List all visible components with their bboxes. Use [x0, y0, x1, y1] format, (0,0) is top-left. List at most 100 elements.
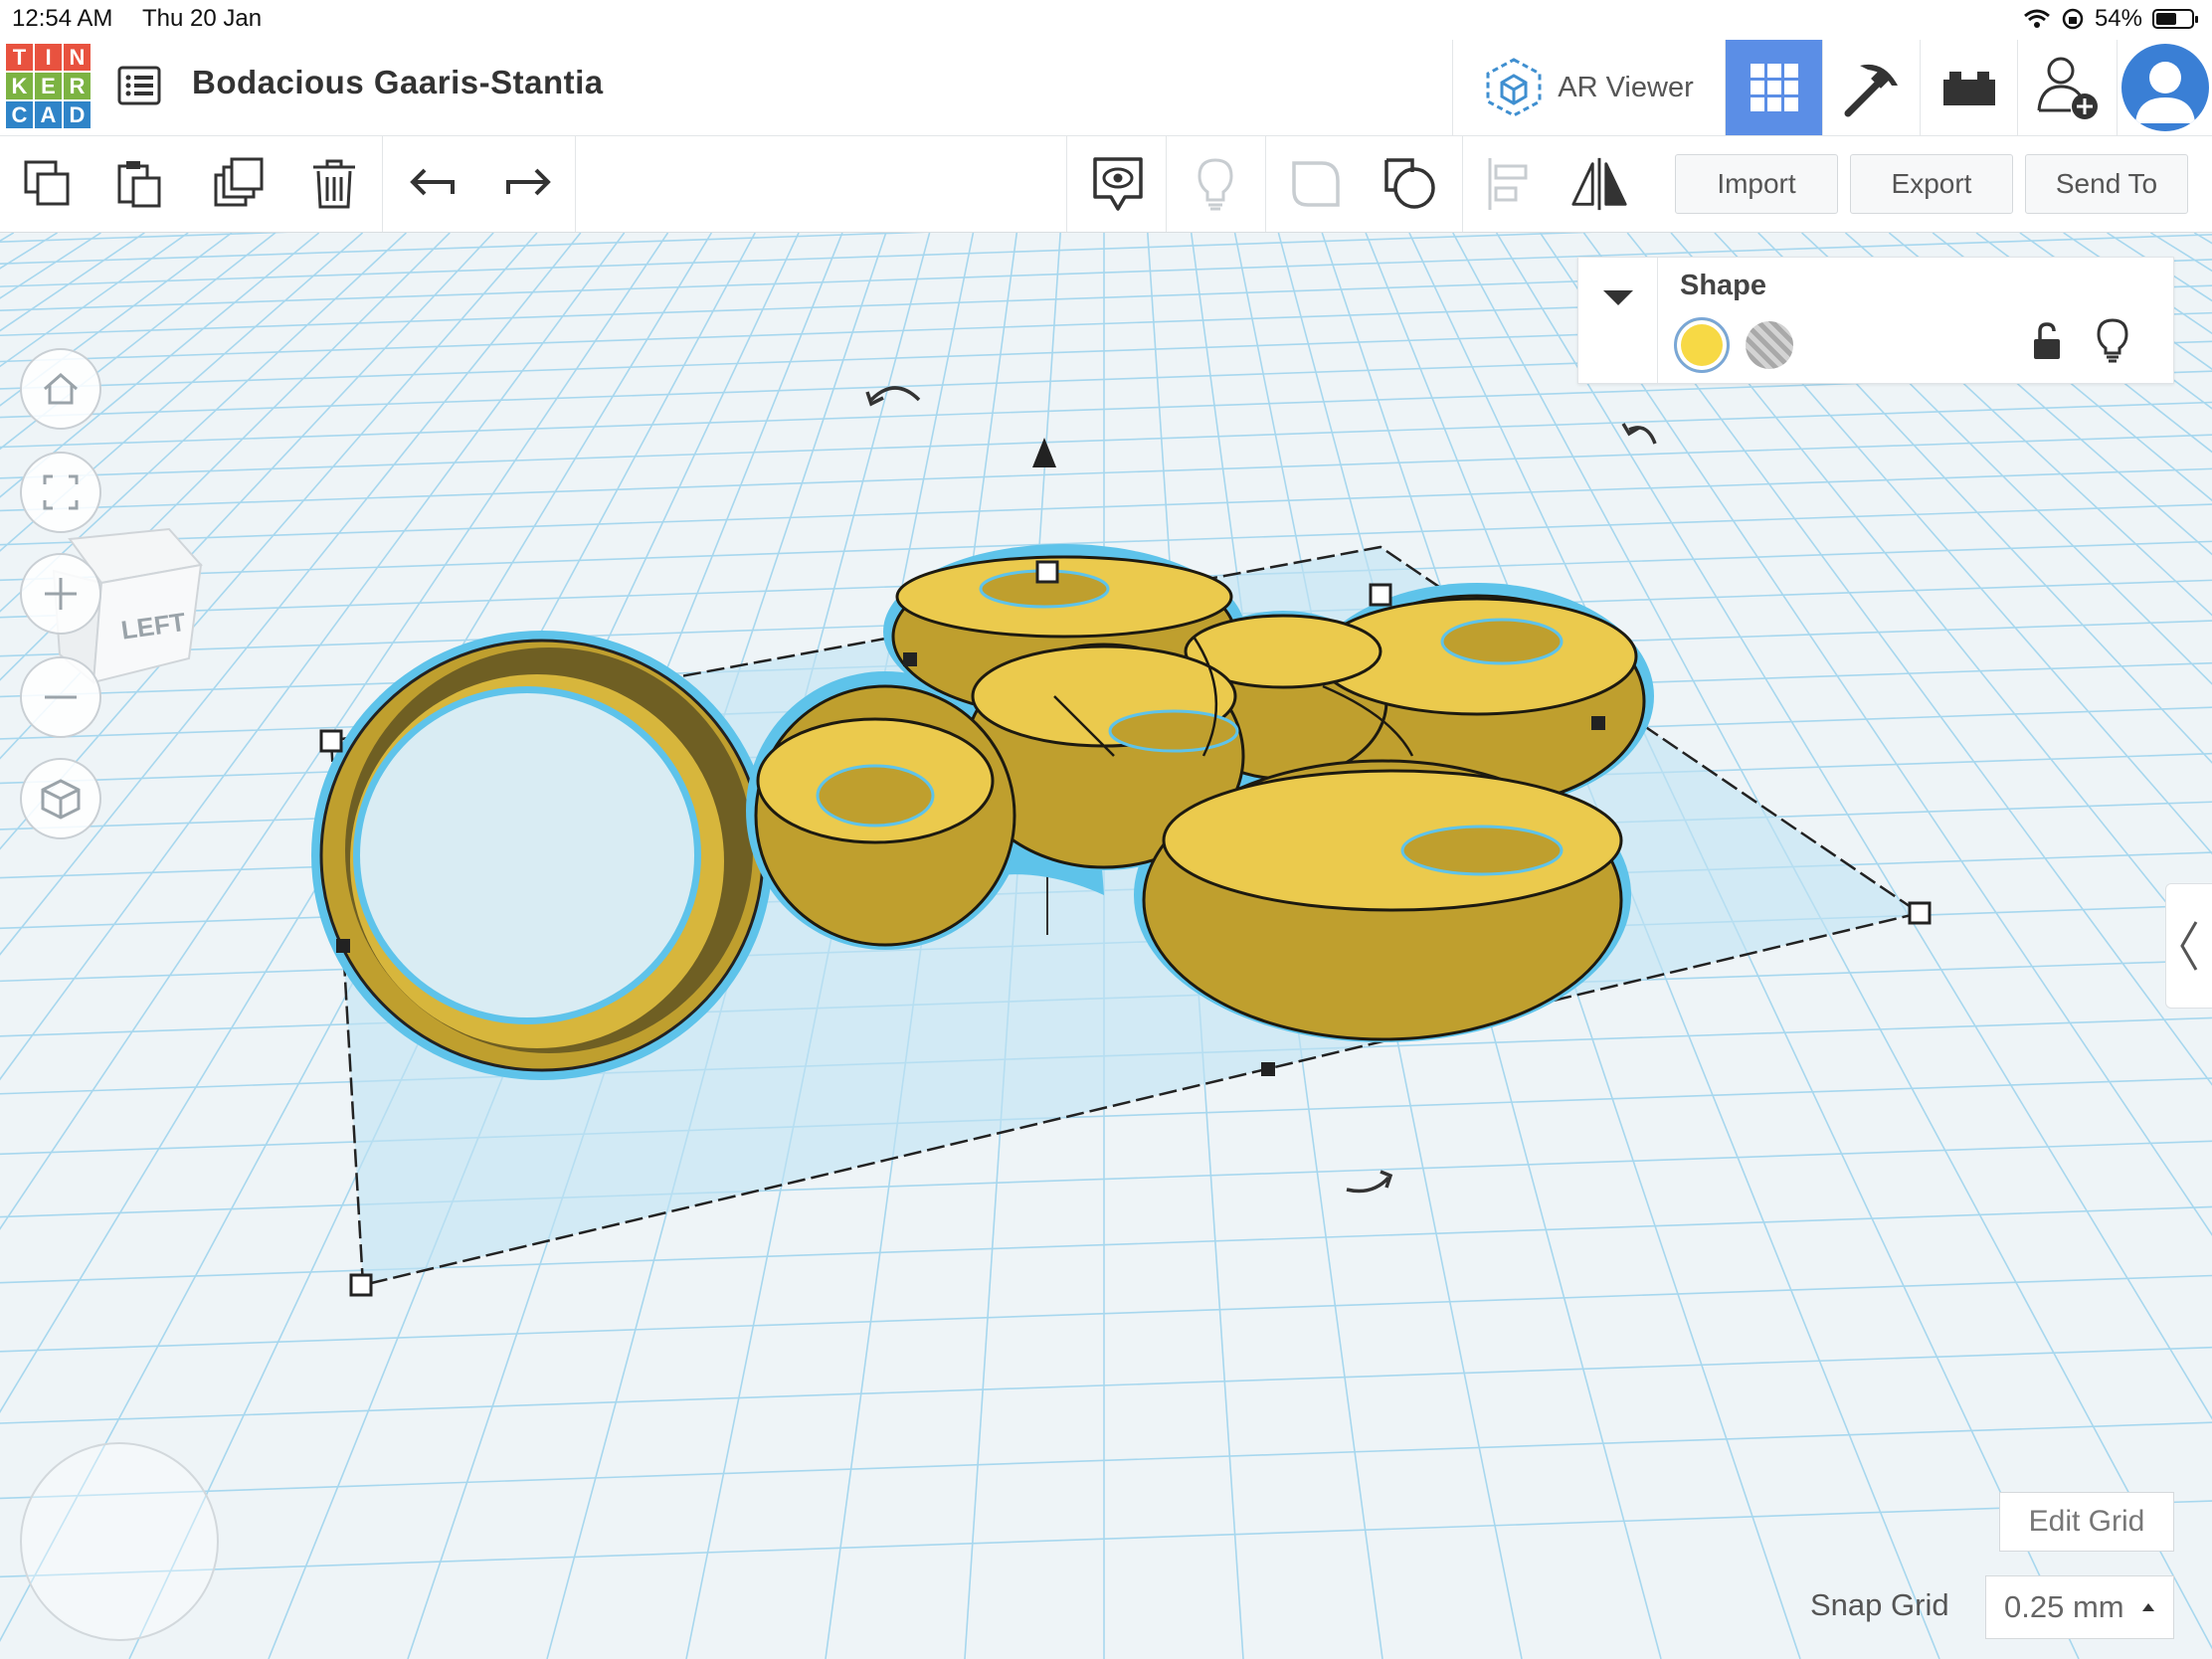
bricks-view-button[interactable]	[1920, 40, 2017, 135]
inspector-collapse-button[interactable]	[1578, 258, 1658, 383]
snap-grid-value: 0.25 mm	[2004, 1589, 2124, 1624]
grid-view-icon	[1750, 64, 1798, 111]
paste-icon	[117, 161, 161, 208]
toolbar-divider	[1265, 136, 1266, 232]
list-icon	[117, 66, 161, 105]
logo-letter: C	[6, 101, 33, 128]
align-button[interactable]	[1478, 154, 1538, 214]
design-title[interactable]: Bodacious Gaaris-Stantia	[192, 64, 604, 101]
fit-view-button[interactable]	[20, 452, 101, 533]
chevron-down-icon	[1602, 290, 1633, 305]
fit-icon	[43, 474, 79, 510]
user-avatar-button[interactable]	[2117, 40, 2212, 135]
logo-letter: T	[6, 44, 33, 71]
visibility-bulb-icon[interactable]	[2096, 317, 2129, 363]
align-icon	[1488, 158, 1528, 210]
header-actions: AR Viewer	[1452, 40, 2212, 135]
group-icon	[1292, 161, 1340, 207]
snap-grid-select[interactable]: 0.25 mm	[1985, 1575, 2174, 1639]
send-to-button[interactable]: Send To	[2025, 154, 2188, 214]
inspector-title: Shape	[1680, 270, 1767, 301]
copy-button[interactable]	[18, 154, 78, 214]
navigation-joystick[interactable]	[20, 1442, 219, 1641]
status-indicators: 54%	[2023, 5, 2198, 33]
bricks-icon	[1942, 72, 1995, 105]
home-view-button[interactable]	[20, 348, 101, 430]
toolbar-divider	[1462, 136, 1463, 232]
zoom-out-button[interactable]	[20, 656, 101, 738]
blocks-view-button[interactable]	[1822, 40, 1920, 135]
3d-design-view-button[interactable]	[1725, 40, 1822, 135]
logo-letter: D	[64, 101, 91, 128]
avatar-person-icon	[2134, 62, 2195, 123]
duplicate-button[interactable]	[209, 154, 269, 214]
import-button[interactable]: Import	[1675, 154, 1838, 214]
undo-icon	[410, 168, 455, 196]
status-time: 12:54 AM	[12, 5, 113, 32]
perspective-toggle-button[interactable]	[20, 758, 101, 839]
minus-icon	[45, 695, 77, 699]
shapes-panel-toggle[interactable]	[2165, 883, 2212, 1009]
toolbar-divider	[382, 136, 383, 232]
invite-user-button[interactable]	[2017, 40, 2117, 135]
chevron-left-icon	[2180, 921, 2198, 971]
ungroup-button[interactable]	[1381, 154, 1440, 214]
ungroup-icon	[1384, 158, 1435, 209]
toolbar-divider	[1066, 136, 1067, 232]
cube-icon	[41, 779, 81, 820]
ar-cube-icon	[1486, 58, 1542, 117]
logo-letter: A	[35, 101, 62, 128]
home-icon	[44, 373, 78, 405]
tinkercad-logo[interactable]: TIN KER CAD	[6, 44, 91, 128]
undo-button[interactable]	[404, 154, 463, 214]
delete-icon	[313, 159, 355, 209]
group-button[interactable]	[1285, 154, 1345, 214]
add-user-icon	[2037, 57, 2098, 119]
toolbar-divider	[575, 136, 576, 232]
ar-viewer-button[interactable]: AR Viewer	[1452, 40, 1725, 135]
status-date: Thu 20 Jan	[142, 5, 263, 32]
status-bar: 12:54 AM Thu 20 Jan 54%	[0, 0, 2212, 40]
duplicate-icon	[214, 157, 264, 207]
workplane-viewport[interactable]: LEFT	[0, 233, 2212, 1659]
logo-letter: E	[35, 73, 62, 99]
note-icon	[1093, 157, 1143, 211]
toolbar-divider	[1166, 136, 1167, 232]
redo-button[interactable]	[497, 154, 557, 214]
copy-icon	[24, 160, 70, 206]
paste-button[interactable]	[109, 154, 169, 214]
edit-toolbar: Import Export Send To	[0, 136, 2212, 233]
edit-grid-button[interactable]: Edit Grid	[1999, 1492, 2174, 1552]
workplane-scene[interactable]	[0, 233, 2212, 1659]
lock-icon[interactable]	[2032, 321, 2062, 361]
show-all-button[interactable]	[1186, 154, 1245, 214]
redo-icon	[506, 168, 551, 196]
logo-letter: R	[64, 73, 91, 99]
logo-letter: K	[6, 73, 33, 99]
solid-color-swatch[interactable]	[1674, 317, 1730, 373]
mirror-button[interactable]	[1569, 154, 1629, 214]
delete-button[interactable]	[304, 154, 364, 214]
wifi-icon	[2023, 9, 2050, 28]
orientation-lock-icon	[2062, 8, 2084, 30]
notes-button[interactable]	[1088, 154, 1148, 214]
logo-letter: I	[35, 44, 62, 71]
caret-up-icon	[2142, 1603, 2154, 1611]
design-menu-button[interactable]	[115, 62, 163, 109]
mirror-icon	[1571, 157, 1627, 211]
logo-letter: N	[64, 44, 91, 71]
ring-shape[interactable]	[311, 631, 773, 1080]
app-header: TIN KER CAD Bodacious Gaaris-Stantia AR Vi…	[0, 40, 2212, 136]
ar-viewer-label: AR Viewer	[1558, 71, 1694, 103]
shape-inspector: Shape	[1577, 257, 2174, 384]
battery-percent: 54%	[2094, 5, 2142, 32]
zoom-in-button[interactable]	[20, 553, 101, 635]
battery-icon	[2152, 9, 2198, 29]
plus-icon	[45, 578, 77, 610]
pickaxe-icon	[1844, 64, 1898, 117]
light-icon	[1198, 158, 1233, 211]
hole-swatch[interactable]	[1746, 321, 1793, 369]
snap-grid-label: Snap Grid	[1810, 1587, 1949, 1622]
export-button[interactable]: Export	[1850, 154, 2013, 214]
avatar	[2120, 44, 2209, 131]
